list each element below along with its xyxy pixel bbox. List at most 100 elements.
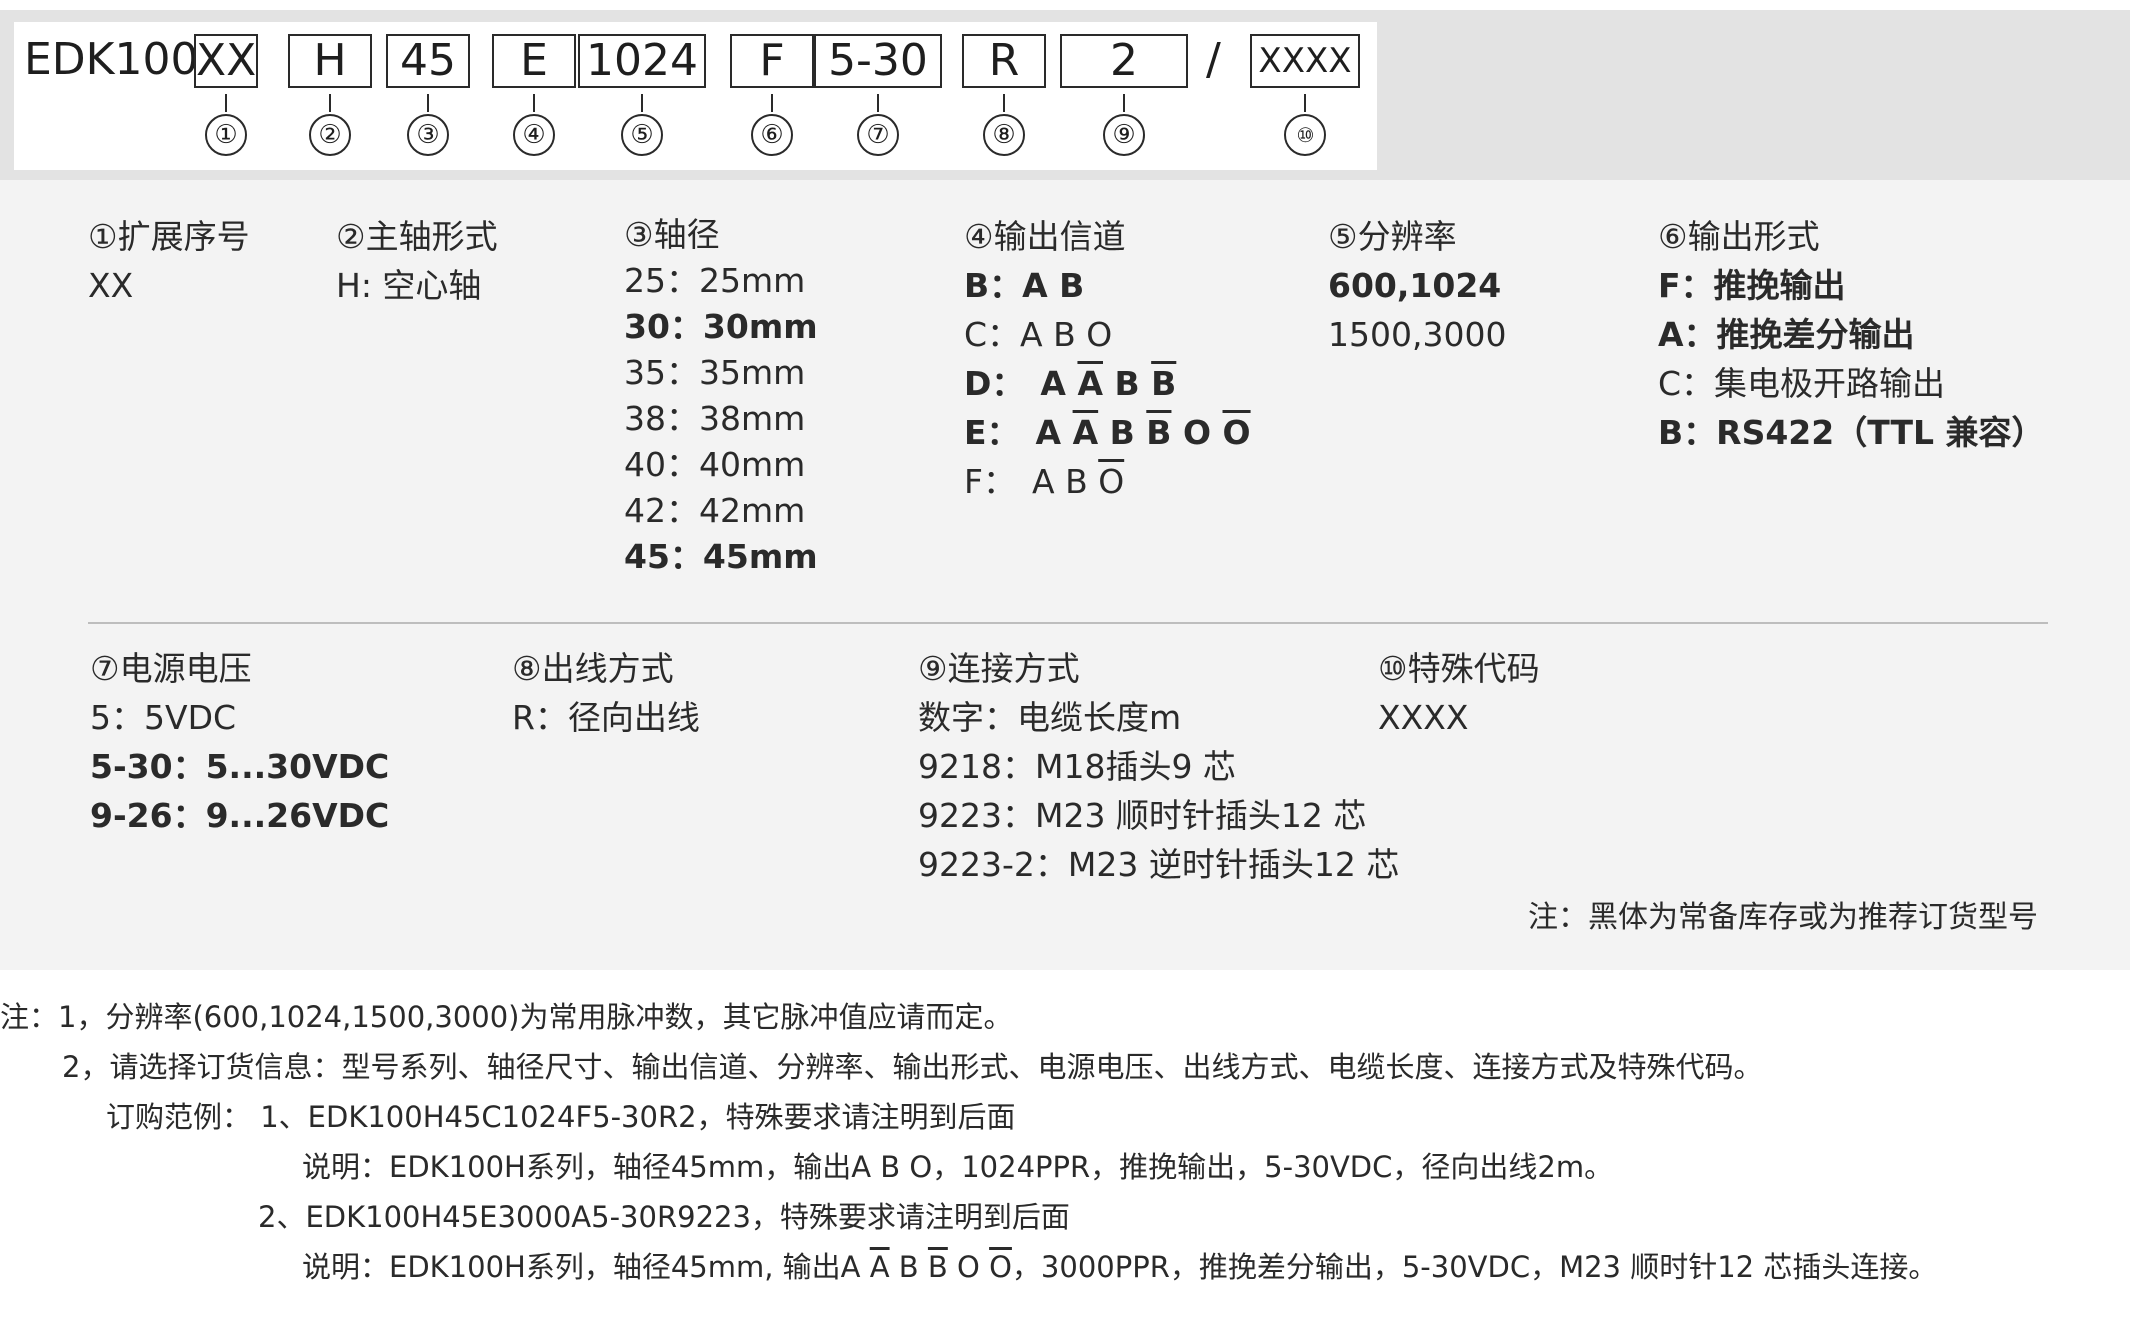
- signal-a-inverted: A: [1077, 364, 1103, 403]
- options-panel: ①扩展序号 XX ②主轴形式 H: 空心轴 ③轴径 25：25mm 30：30m…: [0, 180, 2130, 970]
- option-line: 40：40mm: [624, 445, 806, 484]
- option-line-recommended: 45：45mm: [624, 537, 818, 576]
- note-line: 说明：EDK100H系列，轴径45mm, 输出A A B B O O，3000P…: [302, 1242, 1937, 1292]
- section-shaft-diameter: ③轴径 25：25mm 30：30mm 35：35mm 38：38mm 40：4…: [624, 212, 818, 580]
- option-line: 35：35mm: [624, 353, 806, 392]
- signal-a: A: [1031, 462, 1055, 501]
- section-title: ⑩特殊代码: [1378, 649, 1540, 688]
- tick-1: [225, 94, 227, 112]
- tick-2: [329, 94, 331, 112]
- segment-number-2: ②: [309, 114, 351, 156]
- segment-box-9: 2: [1060, 34, 1188, 88]
- signal-o: O: [957, 1250, 980, 1284]
- section-title: ②主轴形式: [336, 217, 498, 256]
- section-title: ①扩展序号: [88, 217, 250, 256]
- tick-10: [1304, 94, 1306, 112]
- note-text: ，3000PPR，推挽差分输出，5-30VDC，M23 顺时针12 芯插头连接。: [1011, 1250, 1938, 1284]
- option-code: F：: [964, 462, 1016, 501]
- signal-b-inverted: B: [1151, 364, 1177, 403]
- section-supply-voltage: ⑦电源电压 5：5VDC 5-30：5...30VDC 9-26：9...26V…: [90, 644, 389, 840]
- signal-o-inverted: O: [1222, 413, 1251, 452]
- section-cable-exit: ⑧出线方式 R：径向出线: [512, 644, 700, 742]
- model-code-strip: EDK100 XX H 45 E 1024 F 5-30 R 2 / XXXX …: [14, 22, 1377, 170]
- segment-box-2: H: [288, 34, 372, 88]
- section-output-type: ⑥输出形式 F：推挽输出 A：推挽差分输出 C：集电极开路输出 B：RS422（…: [1658, 212, 2045, 457]
- segment-number-3: ③: [407, 114, 449, 156]
- tick-7: [877, 94, 879, 112]
- section-title: ⑤分辨率: [1328, 217, 1457, 256]
- option-line: C：A B O: [964, 315, 1113, 354]
- segment-number-7: ⑦: [857, 114, 899, 156]
- option-line: F： A B O: [964, 457, 1251, 506]
- segment-box-5: 1024: [578, 34, 706, 88]
- segment-number-6: ⑥: [751, 114, 793, 156]
- option-line: 数字：电缆长度m: [918, 698, 1182, 737]
- section-title: ⑦电源电压: [90, 649, 252, 688]
- signal-a: A: [1035, 413, 1062, 452]
- option-line: XXXX: [1378, 698, 1469, 737]
- option-line: 38：38mm: [624, 399, 806, 438]
- section-title: ③轴径: [624, 215, 720, 254]
- tick-3: [427, 94, 429, 112]
- section-title: ④输出信道: [964, 217, 1126, 256]
- signal-a: A: [1040, 364, 1066, 403]
- option-line: XX: [88, 266, 134, 305]
- tick-6: [771, 94, 773, 112]
- signal-b: B: [1114, 364, 1140, 403]
- note-line: 注：1，分辨率(600,1024,1500,3000)为常用脉冲数，其它脉冲值应…: [0, 1000, 1013, 1034]
- panel-note: 注：黑体为常备库存或为推荐订货型号: [1528, 900, 2038, 935]
- option-line-recommended: E： A A B B O O: [964, 408, 1251, 457]
- section-special-code: ⑩特殊代码 XXXX: [1378, 644, 1540, 742]
- option-line-recommended: A：推挽差分输出: [1658, 315, 1915, 354]
- tick-5: [641, 94, 643, 112]
- option-code: E：: [964, 413, 1020, 452]
- segment-number-9: ⑨: [1103, 114, 1145, 156]
- section-output-channel: ④输出信道 B：A B C：A B O D： A A B B E： A A B B …: [964, 212, 1251, 506]
- segment-box-8: R: [962, 34, 1046, 88]
- option-line: 1500,3000: [1328, 315, 1507, 354]
- section-extension-no: ①扩展序号 XX: [88, 212, 250, 310]
- section-title: ⑧出线方式: [512, 649, 674, 688]
- section-title: ⑨连接方式: [918, 649, 1080, 688]
- segment-number-5: ⑤: [621, 114, 663, 156]
- option-line: 9223：M23 顺时针插头12 芯: [918, 796, 1367, 835]
- option-line-recommended: 600,1024: [1328, 266, 1502, 305]
- tick-4: [533, 94, 535, 112]
- section-resolution: ⑤分辨率 600,1024 1500,3000: [1328, 212, 1506, 359]
- note-line: 说明：EDK100H系列，轴径45mm，输出A B O，1024PPR，推挽输出…: [302, 1150, 1614, 1184]
- note-text: 说明：EDK100H系列，轴径45mm, 输出A: [302, 1250, 861, 1284]
- option-line-recommended: 9-26：9...26VDC: [90, 796, 390, 835]
- option-line: 42：42mm: [624, 491, 806, 530]
- option-line: 9223-2：M23 逆时针插头12 芯: [918, 845, 1400, 884]
- section-connection: ⑨连接方式 数字：电缆长度m 9218：M18插头9 芯 9223：M23 顺时…: [918, 644, 1399, 889]
- segment-box-7: 5-30: [814, 34, 942, 88]
- code-separator: /: [1206, 34, 1221, 85]
- section-title: ⑥输出形式: [1658, 217, 1820, 256]
- segment-box-4: E: [492, 34, 576, 88]
- segment-number-1: ①: [205, 114, 247, 156]
- segment-box-10: XXXX: [1250, 34, 1360, 88]
- option-line-recommended: 5-30：5...30VDC: [90, 747, 390, 786]
- signal-b-inverted: B: [927, 1250, 948, 1284]
- tick-8: [1003, 94, 1005, 112]
- model-prefix: EDK100: [24, 34, 199, 85]
- option-line-recommended: F：推挽输出: [1658, 266, 1846, 305]
- segment-box-1: XX: [194, 34, 258, 88]
- signal-o-inverted: O: [1098, 462, 1125, 501]
- option-line-recommended: 30：30mm: [624, 307, 818, 346]
- option-line: H: 空心轴: [336, 266, 482, 305]
- signal-a-inverted: A: [1072, 413, 1099, 452]
- segment-number-4: ④: [513, 114, 555, 156]
- tick-9: [1123, 94, 1125, 112]
- signal-b: B: [1065, 462, 1088, 501]
- option-line: 25：25mm: [624, 261, 806, 300]
- segment-box-3: 45: [386, 34, 470, 88]
- note-line: 订购范例： 1、EDK100H45C1024F5-30R2，特殊要求请注明到后面: [106, 1100, 1016, 1134]
- segment-number-8: ⑧: [983, 114, 1025, 156]
- section-shaft-type: ②主轴形式 H: 空心轴: [336, 212, 498, 310]
- signal-b-inverted: B: [1146, 413, 1172, 452]
- segment-box-6: F: [730, 34, 814, 88]
- segment-number-10: ⑩: [1284, 114, 1326, 156]
- option-line-recommended: B：RS422（TTL 兼容）: [1658, 413, 2045, 452]
- signal-o: O: [1182, 413, 1212, 452]
